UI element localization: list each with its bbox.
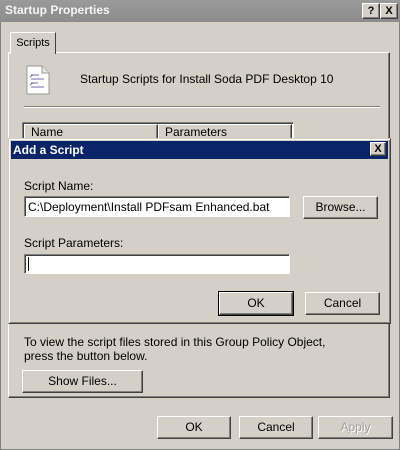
script-name-label: Script Name:: [24, 179, 94, 193]
show-files-button[interactable]: Show Files...: [22, 370, 143, 393]
column-header-name-label: Name: [31, 125, 64, 139]
window-close-button[interactable]: X: [380, 3, 398, 19]
separator: [24, 106, 380, 108]
script-parameters-input[interactable]: [24, 254, 290, 274]
help-icon: ?: [367, 5, 375, 17]
info-text: To view the script files stored in this …: [24, 335, 326, 363]
script-name-input[interactable]: C:\Deployment\Install PDFsam Enhanced.ba…: [24, 196, 290, 217]
script-parameters-label: Script Parameters:: [24, 236, 124, 250]
add-script-titlebar[interactable]: Add a Script: [11, 141, 388, 159]
cancel-button[interactable]: Cancel: [239, 416, 313, 439]
window-titlebar[interactable]: Startup Properties: [0, 0, 400, 22]
text-cursor: [28, 257, 29, 271]
window-title: Startup Properties: [5, 3, 110, 17]
dialog-close-button[interactable]: X: [370, 142, 386, 156]
close-icon: X: [374, 143, 382, 155]
apply-button[interactable]: Apply: [318, 416, 393, 439]
help-button[interactable]: ?: [362, 3, 380, 19]
script-file-icon: [26, 65, 50, 95]
script-name-value: C:\Deployment\Install PDFsam Enhanced.ba…: [28, 200, 270, 214]
dialog-ok-button[interactable]: OK: [218, 291, 294, 316]
ok-button[interactable]: OK: [157, 416, 231, 439]
show-files-label: Show Files...: [48, 374, 117, 388]
tab-scripts[interactable]: Scripts: [10, 32, 56, 54]
dialog-cancel-button[interactable]: Cancel: [305, 292, 380, 315]
browse-button[interactable]: Browse...: [303, 196, 378, 219]
tab-scripts-label: Scripts: [16, 37, 50, 49]
startup-scripts-heading: Startup Scripts for Install Soda PDF Des…: [80, 72, 334, 86]
add-script-title: Add a Script: [13, 143, 84, 157]
close-icon: X: [385, 5, 393, 17]
column-header-parameters-label: Parameters: [165, 125, 228, 139]
